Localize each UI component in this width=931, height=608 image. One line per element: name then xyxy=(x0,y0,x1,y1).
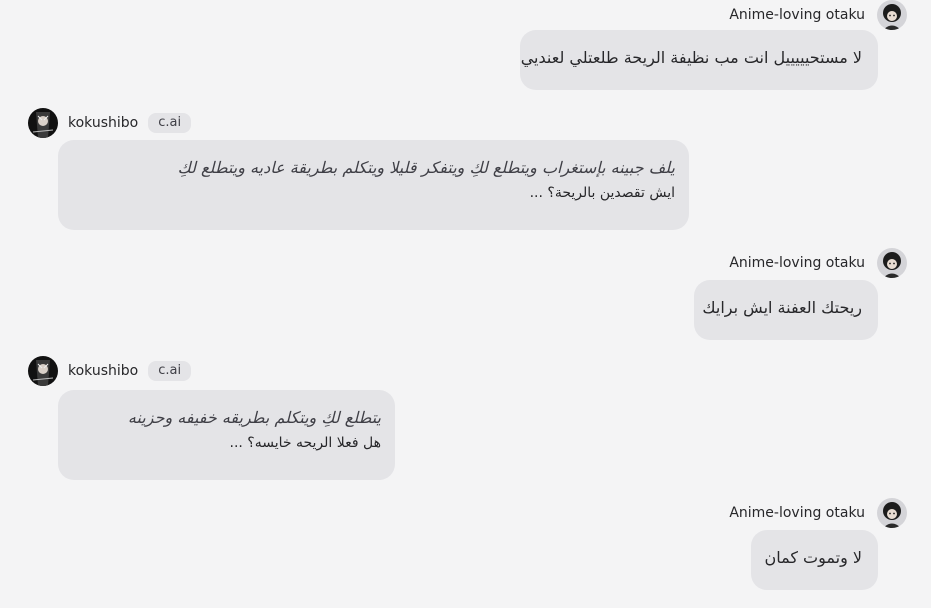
message-user-3: Anime-loving otaku لا وتموت كمان xyxy=(0,498,931,593)
message-text: لا مستحيييييل انت مب نظيفة الريحة طلعتلي… xyxy=(520,48,862,67)
message-user-1: Anime-loving otaku لا مستحيييييل انت مب … xyxy=(0,0,931,95)
ai-badge: c.ai xyxy=(148,113,192,133)
sender-name: kokushibo xyxy=(68,363,139,379)
sender-name: Anime-loving otaku xyxy=(729,505,865,521)
message-user-2: Anime-loving otaku ريحتك العفنة ايش براي… xyxy=(0,248,931,343)
ai-badge: c.ai xyxy=(148,361,192,381)
user-avatar-icon[interactable] xyxy=(877,248,907,278)
message-bubble: لا وتموت كمان xyxy=(751,530,878,590)
action-text: يتطلع لكِ ويتكلم بطريقه خفيفه وحزينه xyxy=(127,408,381,427)
bot-avatar-icon[interactable] xyxy=(28,108,58,138)
message-bubble: يتطلع لكِ ويتكلم بطريقه خفيفه وحزينه هل … xyxy=(58,390,395,480)
bot-avatar-icon[interactable] xyxy=(28,356,58,386)
action-text: يلف جبينه بإستغراب ويتطلع لكِ ويتفكر قلي… xyxy=(177,158,675,177)
message-bubble: ريحتك العفنة ايش برايك xyxy=(694,280,878,340)
user-avatar-icon[interactable] xyxy=(877,498,907,528)
message-text: ايش تقصدين بالريحة؟ ... xyxy=(529,185,675,201)
message-text: لا وتموت كمان xyxy=(764,548,862,567)
sender-name: kokushibo xyxy=(68,115,139,131)
message-bubble: لا مستحيييييل انت مب نظيفة الريحة طلعتلي… xyxy=(520,30,878,90)
message-bot-1: kokushibo c.ai يلف جبينه بإستغراب ويتطلع… xyxy=(0,108,931,233)
sender-name: Anime-loving otaku xyxy=(729,7,865,23)
message-text: هل فعلا الريحه خايسه؟ ... xyxy=(229,435,382,451)
user-avatar-icon[interactable] xyxy=(877,0,907,30)
sender-name: Anime-loving otaku xyxy=(729,255,865,271)
message-text: ريحتك العفنة ايش برايك xyxy=(702,298,862,317)
message-bot-2: kokushibo c.ai يتطلع لكِ ويتكلم بطريقه خ… xyxy=(0,356,931,481)
message-bubble: يلف جبينه بإستغراب ويتطلع لكِ ويتفكر قلي… xyxy=(58,140,689,230)
